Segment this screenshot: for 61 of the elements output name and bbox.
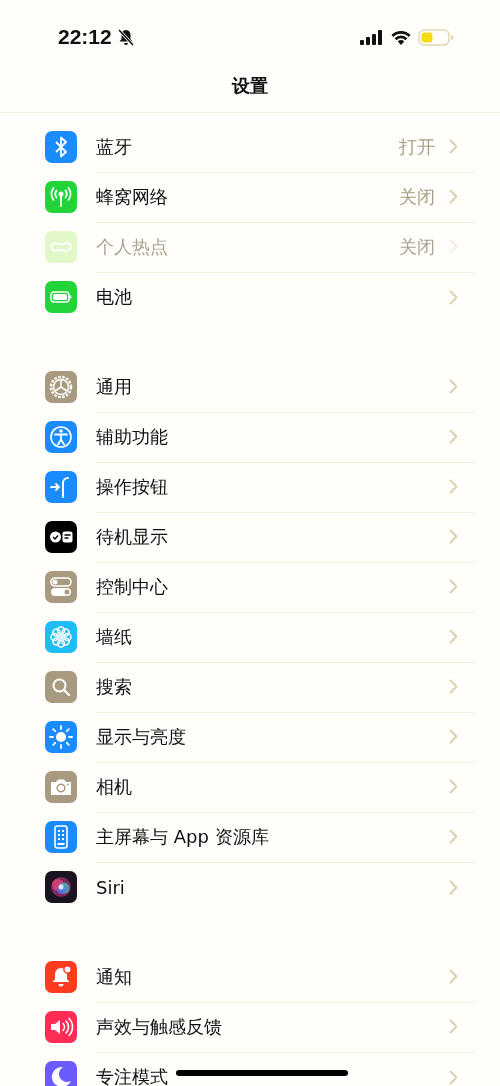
settings-row[interactable]: 主屏幕与 App 资源库 bbox=[0, 812, 500, 862]
settings-row[interactable]: 相机 bbox=[0, 762, 500, 812]
row-label: 辅助功能 bbox=[96, 424, 168, 449]
row-label: 待机显示 bbox=[96, 524, 168, 549]
bell-slash-icon bbox=[117, 28, 134, 46]
settings-row[interactable]: 操作按钮 bbox=[0, 462, 500, 512]
wifi-icon bbox=[390, 29, 412, 45]
settings-row[interactable]: 待机显示 bbox=[0, 512, 500, 562]
row-label: 声效与触感反馈 bbox=[96, 1014, 222, 1039]
settings-row[interactable]: 搜索 bbox=[0, 662, 500, 712]
settings-row[interactable]: 控制中心 bbox=[0, 562, 500, 612]
chevron-icon bbox=[449, 879, 458, 895]
chevron-icon bbox=[449, 629, 458, 644]
chevron-icon bbox=[449, 579, 458, 594]
settings-row[interactable]: Siri bbox=[0, 862, 500, 912]
chevron-icon bbox=[449, 479, 458, 494]
row-label: 显示与亮度 bbox=[96, 724, 186, 749]
settings-row[interactable]: 蓝牙 打开 bbox=[0, 122, 500, 172]
chevron-icon bbox=[449, 429, 458, 444]
chevron-icon bbox=[449, 379, 458, 394]
settings-row[interactable]: 通知 bbox=[0, 952, 500, 1002]
row-label: 蜂窝网络 bbox=[96, 184, 168, 209]
chevron-icon bbox=[449, 239, 458, 254]
settings-row[interactable]: 辅助功能 bbox=[0, 412, 500, 462]
row-label: 墙纸 bbox=[96, 624, 132, 649]
chevron-icon bbox=[449, 1019, 458, 1034]
chevron-icon bbox=[449, 1069, 458, 1085]
settings-row[interactable]: 电池 bbox=[0, 272, 500, 322]
settings-row[interactable]: 通用 bbox=[0, 362, 500, 412]
settings-row[interactable]: 声效与触感反馈 bbox=[0, 1002, 500, 1052]
row-label: 主屏幕与 App 资源库 bbox=[96, 824, 269, 849]
row-label: 电池 bbox=[96, 285, 132, 309]
row-label: Siri bbox=[96, 876, 125, 898]
chevron-icon bbox=[449, 779, 458, 794]
row-label: 个人热点 bbox=[96, 234, 168, 259]
row-label: 专注模式 bbox=[96, 1065, 168, 1086]
chevron-icon bbox=[449, 289, 458, 305]
row-label: 通知 bbox=[96, 964, 132, 989]
chevron-icon bbox=[449, 189, 458, 204]
row-value: 关闭 bbox=[399, 184, 435, 209]
row-label: 操作按钮 bbox=[96, 474, 168, 499]
battery-icon bbox=[418, 28, 454, 46]
row-label: 控制中心 bbox=[96, 574, 168, 599]
page-title: 设置 bbox=[232, 74, 268, 98]
chevron-icon bbox=[449, 529, 458, 544]
settings-row[interactable]: 墙纸 bbox=[0, 612, 500, 662]
chevron-icon bbox=[449, 679, 458, 694]
row-label: 蓝牙 bbox=[96, 134, 132, 159]
row-label: 搜索 bbox=[96, 674, 132, 699]
signal-icon bbox=[360, 29, 384, 45]
row-label: 通用 bbox=[96, 374, 132, 399]
chevron-icon bbox=[449, 969, 458, 984]
row-value: 打开 bbox=[399, 134, 435, 159]
row-value: 关闭 bbox=[399, 234, 435, 259]
chevron-icon bbox=[449, 139, 458, 154]
chevron-icon bbox=[449, 829, 458, 844]
chevron-icon bbox=[449, 729, 458, 744]
row-label: 相机 bbox=[96, 774, 132, 799]
settings-row[interactable]: 蜂窝网络 关闭 bbox=[0, 172, 500, 222]
status-time: 22:12 bbox=[58, 25, 112, 49]
settings-row[interactable]: 显示与亮度 bbox=[0, 712, 500, 762]
